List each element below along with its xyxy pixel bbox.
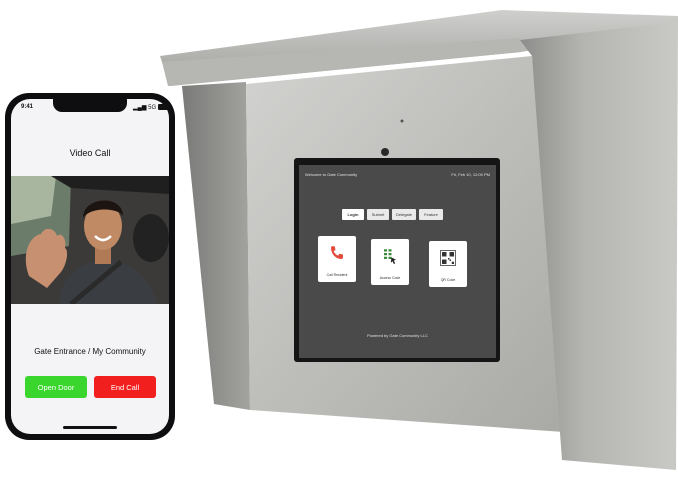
access-code-card[interactable]: Access Code [371, 239, 409, 285]
network-label: 5G [148, 105, 157, 111]
camera-lens [381, 148, 389, 156]
battery-icon [157, 104, 169, 111]
qr-code-card[interactable]: QR Code [429, 241, 467, 287]
kiosk-display: Welcome to Gate Community Fri, Feb 10, 1… [299, 165, 496, 358]
end-call-button[interactable]: End Call [94, 376, 156, 398]
home-indicator[interactable] [63, 426, 117, 429]
caller-video-image [11, 176, 169, 304]
kiosk-tab-submit[interactable]: Submit [367, 209, 389, 220]
kiosk-tab-delegate[interactable]: Delegate [392, 209, 416, 220]
phone-notch [53, 99, 127, 112]
call-title: Video Call [69, 148, 111, 158]
gate-location-label: Gate Entrance / My Community [34, 347, 146, 356]
camera-sensor [400, 119, 404, 123]
status-signal: ▂▄▆ 5G [133, 104, 169, 111]
left-wall [182, 82, 250, 410]
kiosk-tab-feature[interactable]: Feature [419, 209, 443, 220]
kiosk-footer: Powered by Gate Community LLC [367, 333, 428, 338]
status-time: 9:41 [21, 104, 34, 110]
keypad-icon [384, 249, 396, 264]
signal-bars-icon: ▂▄▆ [133, 105, 147, 111]
phone-icon [331, 246, 343, 259]
open-door-button[interactable]: Open Door [25, 376, 87, 398]
kiosk-datetime: Fri, Feb 10, 12:00 PM [451, 172, 490, 177]
qr-code-label: QR Code [440, 278, 456, 282]
kiosk-tab-login[interactable]: Login [342, 209, 364, 220]
qr-code-icon [440, 250, 456, 266]
call-resident-label: Call Resident [326, 273, 348, 277]
kiosk-welcome-text: Welcome to Gate Community [305, 172, 358, 177]
call-resident-card[interactable]: Call Resident [318, 236, 356, 282]
video-feed [11, 176, 169, 304]
access-code-label: Access Code [379, 276, 401, 280]
